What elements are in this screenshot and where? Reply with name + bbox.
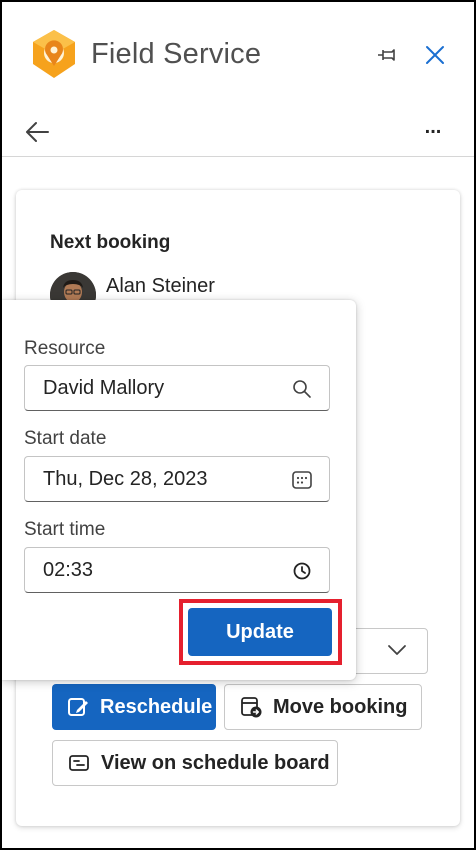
- resource-field[interactable]: David Mallory: [24, 365, 330, 411]
- view-schedule-board-button[interactable]: View on schedule board: [52, 740, 338, 786]
- reschedule-label: Reschedule: [100, 695, 213, 718]
- start-time-field[interactable]: 02:33: [24, 547, 330, 593]
- card-title: Next booking: [50, 232, 171, 253]
- start-date-field[interactable]: Thu, Dec 28, 2023: [24, 456, 330, 502]
- view-schedule-board-label: View on schedule board: [101, 751, 330, 774]
- more-options-button[interactable]: ...: [420, 116, 446, 146]
- app-header: Field Service: [2, 2, 474, 102]
- chevron-down-icon: [388, 645, 406, 655]
- search-icon[interactable]: [291, 378, 313, 400]
- board-icon: [69, 755, 89, 771]
- update-button[interactable]: Update: [188, 608, 332, 656]
- status-dropdown[interactable]: [346, 628, 428, 674]
- app-title: Field Service: [91, 38, 262, 70]
- reschedule-button[interactable]: Reschedule: [52, 684, 216, 730]
- move-icon: [241, 697, 262, 718]
- start-time-label: Start time: [24, 519, 106, 540]
- resource-value: David Mallory: [43, 376, 165, 399]
- close-icon[interactable]: [420, 40, 450, 70]
- pin-icon[interactable]: [372, 40, 402, 70]
- move-booking-button[interactable]: Move booking: [224, 684, 422, 730]
- start-date-label: Start date: [24, 428, 107, 449]
- start-time-value: 02:33: [43, 558, 94, 581]
- resource-label: Resource: [24, 338, 106, 359]
- move-booking-label: Move booking: [273, 695, 408, 718]
- edit-icon: [68, 698, 88, 716]
- reschedule-popover: Resource David Mallory Start date Thu, D…: [2, 300, 356, 680]
- calendar-icon[interactable]: [291, 469, 313, 491]
- start-date-value: Thu, Dec 28, 2023: [43, 467, 208, 490]
- toolbar: ...: [2, 106, 474, 157]
- clock-icon[interactable]: [291, 560, 313, 582]
- person-name: Alan Steiner: [106, 275, 215, 297]
- app-window: Field Service ... Next booking Alan Stei…: [2, 2, 474, 848]
- back-arrow-icon[interactable]: [22, 118, 54, 146]
- field-service-logo-icon: [33, 30, 75, 78]
